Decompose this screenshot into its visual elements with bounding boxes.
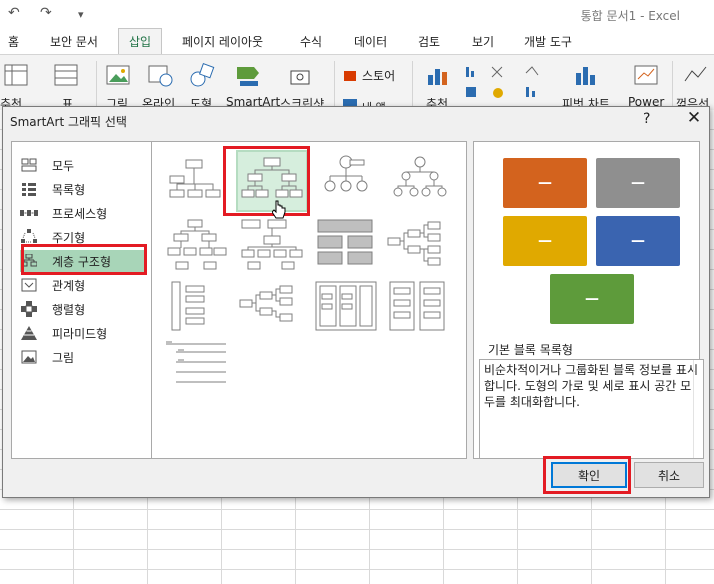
tab-data[interactable]: 데이터 [354,33,387,50]
layout-title: 기본 블록 목록형 [488,343,573,357]
description-scrollbar[interactable] [693,360,703,458]
dialog-title: SmartArt 그래픽 선택 [10,115,127,129]
tab-home[interactable]: 홈 [8,33,19,50]
tab-insert[interactable]: 삽입 [118,28,163,54]
layout-hierarchy-list[interactable] [312,216,380,274]
highlight-layout-box [223,146,310,216]
title-bar: ↶ ↷ ▾ 통합 문서1 - Excel [0,0,714,28]
tab-review[interactable]: 검토 [418,33,440,50]
tab-view[interactable]: 보기 [472,33,494,50]
picture-icon [20,349,38,365]
category-label: 피라미드형 [52,326,108,341]
ribbon-separator [412,61,413,109]
undo-icon[interactable]: ↶ [8,5,20,21]
layout-org-chart[interactable] [162,152,230,210]
tab-developer[interactable]: 개발 도구 [524,33,572,50]
preview-block-orange: — [503,158,587,208]
pivot-chart-icon [576,67,595,85]
highlight-ok-box [543,456,631,494]
preview-block-green: — [550,274,634,324]
tab-page-layout[interactable]: 페이지 레이아웃 [182,33,263,50]
power-view-icon [634,65,658,85]
category-label: 주기형 [52,230,86,245]
category-pyramid[interactable]: 피라미드형 [20,322,146,344]
preview-block-blue: — [596,216,680,266]
category-label: 프로세스형 [52,206,108,221]
ribbon-button-store[interactable]: 스토어 [362,67,395,84]
line-sparkline-icon [684,66,707,82]
cycle-icon [20,229,38,245]
tab-formulas[interactable]: 수식 [300,33,322,50]
mouse-cursor-icon [272,200,286,219]
category-label: 모두 [52,158,75,173]
window-title: 통합 문서1 - Excel [580,9,680,23]
category-process[interactable]: 프로세스형 [20,202,146,224]
screenshot-icon [290,70,310,85]
chart-types-icon[interactable] [462,63,552,103]
layout-description-text: 비순차적이거나 그룹화된 블록 정보를 표시합니다. 도형의 가로 및 세로 표… [484,363,698,409]
redo-icon[interactable]: ↷ [40,5,52,21]
all-icon [20,157,38,173]
category-relationship[interactable]: 관계형 [20,274,146,296]
cancel-button[interactable]: 취소 [634,462,704,488]
store-icon [344,71,356,81]
layout-vertical-bracket[interactable] [162,278,230,336]
layout-multi-level-hierarchy[interactable] [312,278,380,336]
category-all[interactable]: 모두 [20,154,146,176]
layout-horizontal-multi-level[interactable] [238,278,306,336]
preview-panel: — — — — — 기본 블록 목록형 비순차적이거나 그룹화된 블록 정보를 … [473,141,704,459]
preview-block-yellow: — [503,216,587,266]
recommended-chart-icon [428,69,447,85]
picture-icon [106,65,130,85]
layout-labeled-hierarchy[interactable] [386,152,454,210]
category-label: 행렬형 [52,302,86,317]
tab-security[interactable]: 보안 문서 [50,33,98,50]
layout-horizontal-hierarchy[interactable] [386,216,454,274]
layout-hierarchy-lines[interactable] [162,338,230,396]
ribbon-separator [672,61,673,109]
online-picture-icon [148,65,173,87]
category-picture[interactable]: 그림 [20,346,146,368]
layout-table-hierarchy[interactable] [162,216,230,274]
layout-lined-list[interactable] [386,278,454,336]
pyramid-icon [20,325,38,341]
layout-circle-hierarchy[interactable] [312,152,380,210]
highlight-category-box [21,244,147,275]
shapes-icon [190,63,215,87]
process-icon [20,205,38,221]
category-label: 그림 [52,350,75,365]
close-button[interactable]: ✕ [683,108,705,128]
category-list-type[interactable]: 목록형 [20,178,146,200]
preview-block-gray: — [596,158,680,208]
smartart-dialog: SmartArt 그래픽 선택 ? ✕ 모두 목록형 프로세스형 주기형 계층 … [2,106,710,498]
ribbon: 추천 표 그림 온라인 도형 SmartArt 스크린샷 스토어 내 앱 추천 … [0,54,714,114]
ribbon-tabs: 홈 보안 문서 삽입 페이지 레이아웃 수식 데이터 검토 보기 개발 도구 [0,28,714,54]
category-list: 모두 목록형 프로세스형 주기형 계층 구조형 관계형 행렬형 피라미드형 그림 [11,141,151,459]
layout-description: 비순차적이거나 그룹화된 블록 정보를 표시합니다. 도형의 가로 및 세로 표… [479,359,704,459]
category-matrix[interactable]: 행렬형 [20,298,146,320]
category-label: 관계형 [52,278,86,293]
relationship-icon [20,277,38,293]
smartart-icon [237,67,259,86]
pivot-table-icon [4,64,28,86]
ribbon-separator [96,61,97,109]
matrix-icon [20,301,38,317]
category-label: 목록형 [52,182,86,197]
table-icon [54,64,78,86]
help-button[interactable]: ? [643,111,650,127]
customize-quick-access-icon[interactable]: ▾ [78,8,84,21]
ribbon-separator [334,61,335,109]
list-icon [20,181,38,197]
layout-horizontal-org-chart[interactable] [238,216,306,274]
